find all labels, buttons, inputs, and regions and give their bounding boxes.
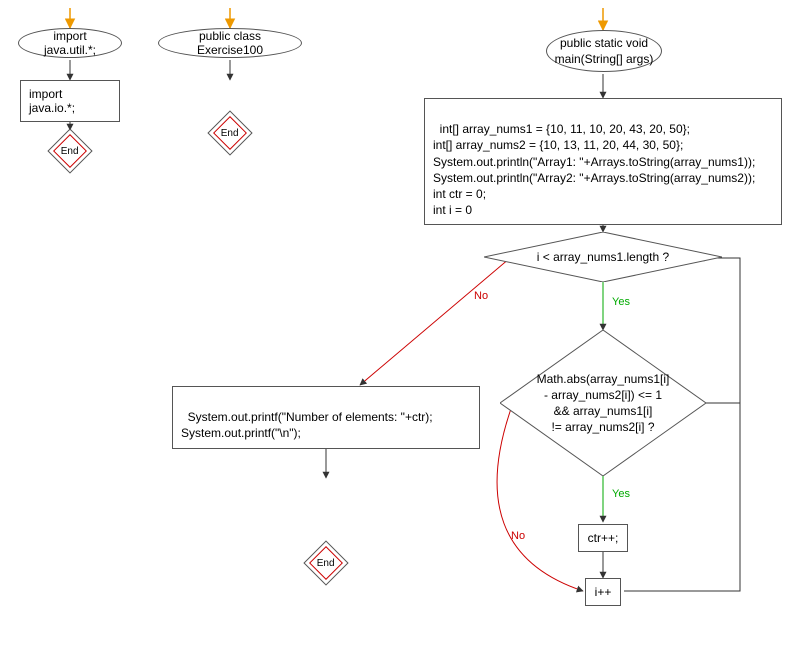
loop-no-label: No <box>474 290 488 302</box>
main-decl-text: public static void main(String[] args) <box>555 35 654 67</box>
ctr-inc-rect: ctr++; <box>578 524 628 552</box>
loop-yes-label: Yes <box>612 296 630 308</box>
if-no-label: No <box>511 530 525 542</box>
import-java-util-text: import java.util.*; <box>29 29 111 57</box>
end-diamond-2: End <box>207 110 252 155</box>
main-decl-ellipse: public static void main(String[] args) <box>546 30 662 72</box>
import-java-io-rect: import java.io.*; <box>20 80 120 122</box>
import-java-util-ellipse: import java.util.*; <box>18 28 122 58</box>
if-cond-text: Math.abs(array_nums1[i] - array_nums2[i]… <box>537 371 670 436</box>
import-java-io-text: import java.io.*; <box>29 87 75 115</box>
end-diamond-1: End <box>47 128 92 173</box>
end-diamond-1-text: End <box>55 146 85 157</box>
if-yes-label: Yes <box>612 488 630 500</box>
i-inc-rect: i++ <box>585 578 621 606</box>
class-decl-text: public class Exercise100 <box>169 29 291 57</box>
print-block-text: System.out.printf("Number of elements: "… <box>181 410 433 440</box>
init-block-text: int[] array_nums1 = {10, 11, 10, 20, 43,… <box>433 122 755 217</box>
ctr-inc-text: ctr++; <box>588 531 619 545</box>
end-diamond-3: End <box>303 540 348 585</box>
class-decl-ellipse: public class Exercise100 <box>158 28 302 58</box>
print-block-rect: System.out.printf("Number of elements: "… <box>172 386 480 449</box>
if-cond-diamond: Math.abs(array_nums1[i] - array_nums2[i]… <box>500 330 706 476</box>
end-diamond-3-text: End <box>311 558 341 569</box>
loop-cond-text: i < array_nums1.length ? <box>537 250 669 264</box>
loop-cond-diamond: i < array_nums1.length ? <box>484 232 722 282</box>
end-diamond-2-text: End <box>215 128 245 139</box>
init-block-rect: int[] array_nums1 = {10, 11, 10, 20, 43,… <box>424 98 782 225</box>
i-inc-text: i++ <box>595 585 612 599</box>
